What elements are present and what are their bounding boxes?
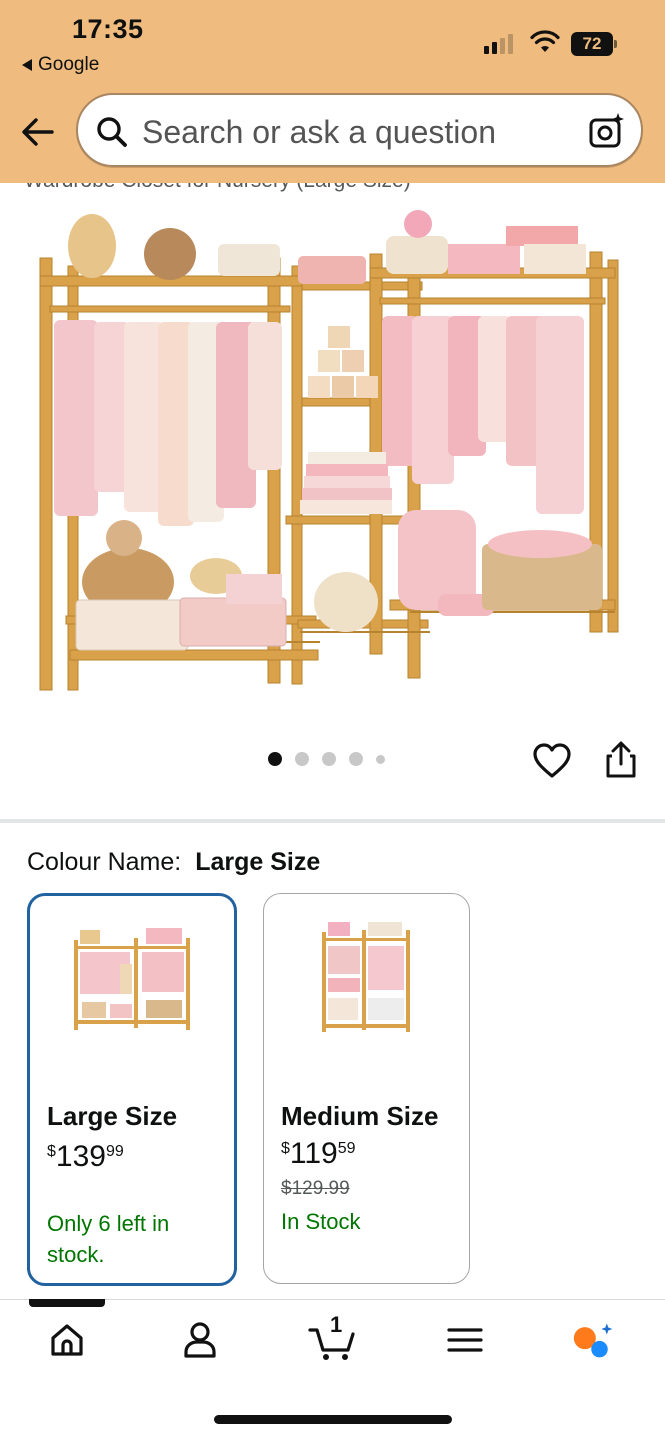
- battery-icon: 72: [571, 32, 617, 56]
- share-icon[interactable]: [602, 740, 640, 780]
- battery-level: 72: [571, 32, 613, 56]
- app-header: 17:35 Google 72 Search or ask a question: [0, 0, 665, 183]
- product-title-fragment: Wardrobe Closet for Nursery (Large Size): [24, 183, 624, 195]
- variant-price: $139 99: [47, 1140, 124, 1173]
- variant-price: $119 59: [281, 1137, 356, 1170]
- cellular-signal-icon: [484, 34, 513, 54]
- home-indicator[interactable]: [214, 1415, 452, 1424]
- carousel-dot[interactable]: [376, 754, 385, 764]
- status-time: 17:35: [72, 14, 144, 44]
- search-icon[interactable]: [94, 114, 130, 150]
- variant-name: Medium Size: [281, 1101, 439, 1131]
- product-image[interactable]: [30, 198, 635, 703]
- variant-was-price: $129.99: [281, 1178, 350, 1199]
- back-to-app-label: Google: [38, 54, 100, 75]
- home-icon[interactable]: [45, 1318, 89, 1362]
- account-icon[interactable]: [178, 1318, 222, 1362]
- variant-label-row: Colour Name: Large Size: [27, 848, 320, 877]
- rufus-assistant-icon[interactable]: [572, 1318, 616, 1362]
- cart-icon[interactable]: 1: [308, 1312, 360, 1362]
- variant-card-large[interactable]: Large Size $139 99 Only 6 left in stock.: [27, 893, 237, 1286]
- variant-selected-value: Large Size: [195, 848, 321, 876]
- search-bar[interactable]: Search or ask a question: [76, 93, 643, 167]
- variant-name: Large Size: [47, 1101, 178, 1131]
- arrow-left-icon[interactable]: [18, 112, 58, 152]
- wifi-icon: [530, 30, 560, 52]
- active-tab-indicator: [29, 1299, 105, 1307]
- camera-lens-icon[interactable]: [587, 111, 627, 151]
- variant-card-medium[interactable]: Medium Size $119 59 $129.99 In Stock: [263, 893, 470, 1284]
- variant-stock-status: In Stock: [281, 1209, 361, 1234]
- back-triangle-icon: [22, 59, 32, 71]
- carousel-dot[interactable]: [349, 752, 363, 766]
- variant-stock-status: Only 6 left in stock.: [47, 1211, 170, 1267]
- image-carousel-dots[interactable]: [268, 752, 385, 766]
- back-to-google-link[interactable]: Google: [22, 54, 99, 76]
- cart-count-badge: 1: [330, 1312, 343, 1337]
- variant-thumbnail: [322, 922, 410, 1032]
- menu-icon[interactable]: [443, 1318, 487, 1362]
- variant-thumbnail: [74, 928, 190, 1030]
- search-input[interactable]: Search or ask a question: [142, 114, 496, 151]
- carousel-dot[interactable]: [322, 752, 336, 766]
- carousel-dot[interactable]: [295, 752, 309, 766]
- section-divider: [0, 819, 665, 823]
- heart-icon[interactable]: [531, 741, 573, 781]
- carousel-dot[interactable]: [268, 752, 282, 766]
- variant-label: Colour Name:: [27, 848, 182, 876]
